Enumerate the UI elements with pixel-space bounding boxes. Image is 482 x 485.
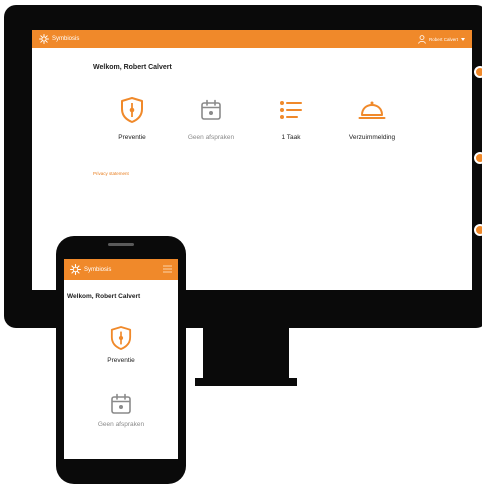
tile-verzuimmelding[interactable]: Verzuimmelding xyxy=(337,95,407,150)
service-bell-icon xyxy=(358,101,386,119)
symbiosis-logo-icon xyxy=(70,264,81,275)
side-marker xyxy=(474,66,482,78)
tile-label: Verzuimmelding xyxy=(348,134,396,141)
task-list-icon xyxy=(280,101,302,119)
tile-label: Preventie xyxy=(118,134,146,141)
tile-label: 1 Taak xyxy=(281,134,301,141)
mobile-screen: Symbiosis Welkom, Robert Calvert Prevent… xyxy=(64,259,178,459)
brand-name: Symbiosis xyxy=(52,36,80,42)
privacy-link[interactable]: Privacy statement xyxy=(93,171,129,176)
user-menu[interactable]: Robert Calvert xyxy=(418,33,465,45)
user-icon xyxy=(418,34,426,44)
monitor-stand-neck xyxy=(203,328,289,378)
hamburger-menu-icon[interactable] xyxy=(163,265,172,273)
tile-preventie[interactable]: Preventie xyxy=(64,325,178,364)
mobile-top-bar: Symbiosis xyxy=(64,259,178,280)
page-title: Welkom, Robert Calvert xyxy=(67,293,141,300)
brand-name: Symbiosis xyxy=(84,266,112,273)
tile-label: Geen afspraken xyxy=(187,134,235,141)
phone-speaker xyxy=(108,243,134,246)
tile-preventie[interactable]: Preventie xyxy=(97,95,167,150)
side-marker xyxy=(474,152,482,164)
mobile-phone: Symbiosis Welkom, Robert Calvert Prevent… xyxy=(56,236,186,484)
page-title: Welkom, Robert Calvert xyxy=(93,64,172,71)
shield-icon xyxy=(110,326,132,350)
shield-icon xyxy=(121,97,143,123)
tile-label: Geen afspraken xyxy=(97,421,145,428)
tile-taken[interactable]: 1 Taak xyxy=(256,95,326,150)
mobile-brand[interactable]: Symbiosis xyxy=(70,263,111,276)
chevron-down-icon xyxy=(461,37,465,41)
tile-label: Preventie xyxy=(107,357,135,364)
user-name: Robert Calvert xyxy=(428,36,458,42)
desktop-top-bar: Symbiosis Robert Calvert xyxy=(32,30,472,48)
calendar-icon xyxy=(201,99,221,120)
desktop-brand[interactable]: Symbiosis xyxy=(39,33,79,45)
tile-afspraken[interactable]: Geen afspraken xyxy=(64,393,178,428)
monitor-stand-base xyxy=(195,378,297,386)
tile-afspraken[interactable]: Geen afspraken xyxy=(176,95,246,150)
symbiosis-logo-icon xyxy=(39,34,49,44)
side-marker xyxy=(474,224,482,236)
calendar-icon xyxy=(111,393,131,414)
